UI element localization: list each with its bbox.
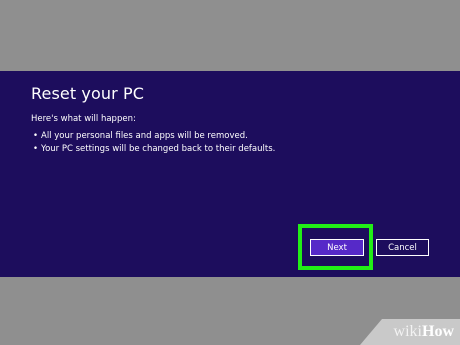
- wikihow-logo-wiki: wiki: [393, 323, 422, 340]
- bullet-icon: •: [33, 144, 39, 154]
- consequence-list: • All your personal files and apps will b…: [33, 130, 275, 156]
- dialog-subtitle: Here's what will happen:: [31, 114, 136, 124]
- wikihow-logo: wikiHow: [394, 323, 454, 341]
- bullet-icon: •: [33, 131, 39, 141]
- next-button[interactable]: Next: [310, 239, 364, 256]
- top-backdrop: [0, 0, 460, 71]
- list-item-text: Your PC settings will be changed back to…: [41, 144, 276, 154]
- dialog-title: Reset your PC: [31, 84, 144, 103]
- list-item-text: All your personal files and apps will be…: [41, 131, 248, 141]
- list-item: • Your PC settings will be changed back t…: [33, 143, 275, 156]
- wikihow-logo-how: How: [422, 323, 454, 340]
- cancel-button[interactable]: Cancel: [376, 239, 429, 256]
- reset-pc-dialog: Reset your PC Here's what will happen: •…: [0, 71, 460, 277]
- list-item: • All your personal files and apps will b…: [33, 130, 275, 143]
